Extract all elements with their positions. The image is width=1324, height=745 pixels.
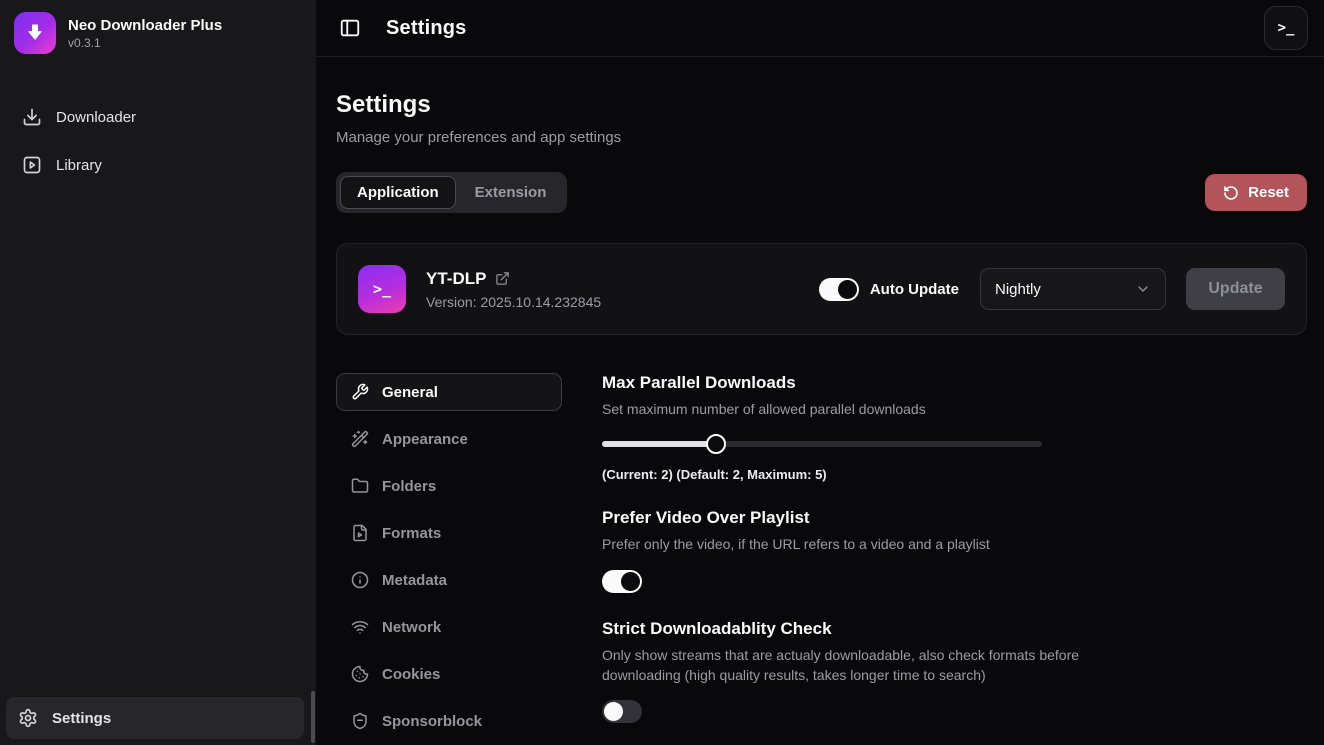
toggle-knob xyxy=(621,572,640,591)
release-channel-select[interactable]: Nightly xyxy=(980,268,1166,310)
settings-nav-label: Formats xyxy=(382,525,441,542)
reset-label: Reset xyxy=(1248,184,1289,201)
auto-update-toggle[interactable] xyxy=(819,278,859,301)
panel-left-icon xyxy=(339,17,361,39)
info-icon xyxy=(351,571,369,589)
max-parallel-slider[interactable] xyxy=(602,434,1042,454)
sidebar-item-downloader[interactable]: Downloader xyxy=(10,96,306,138)
settings-section-nav: General Appearance xyxy=(336,373,562,745)
ytdlp-version: Version: 2025.10.14.232845 xyxy=(426,294,601,310)
file-play-icon xyxy=(351,524,369,542)
shield-icon xyxy=(351,712,369,730)
chevron-down-icon xyxy=(1135,281,1151,297)
auto-update-label: Auto Update xyxy=(870,281,959,298)
sidebar-nav: Downloader Library xyxy=(0,96,316,186)
setting-max-parallel-downloads: Max Parallel Downloads Set maximum numbe… xyxy=(602,373,1307,482)
tabs-row: Application Extension Reset xyxy=(336,172,1307,213)
wrench-icon xyxy=(351,383,369,401)
ytdlp-actions: Auto Update Nightly Update xyxy=(819,268,1285,310)
tab-application[interactable]: Application xyxy=(340,176,456,209)
settings-nav-sponsorblock[interactable]: Sponsorblock xyxy=(336,702,562,740)
main-area: Settings >_ Settings Manage your prefere… xyxy=(316,0,1324,745)
sidebar-toggle-button[interactable] xyxy=(332,10,368,46)
settings-nav-label: Metadata xyxy=(382,572,447,589)
tab-extension[interactable]: Extension xyxy=(458,176,564,209)
settings-panel: Max Parallel Downloads Set maximum numbe… xyxy=(602,373,1307,745)
rotate-ccw-icon xyxy=(1223,185,1239,201)
settings-nav-general[interactable]: General xyxy=(336,373,562,411)
settings-nav-label: Folders xyxy=(382,478,436,495)
settings-nav-appearance[interactable]: Appearance xyxy=(336,420,562,458)
terminal-button[interactable]: >_ xyxy=(1264,6,1308,50)
settings-nav-metadata[interactable]: Metadata xyxy=(336,561,562,599)
setting-description: Set maximum number of allowed parallel d… xyxy=(602,399,1307,419)
setting-title: Prefer Video Over Playlist xyxy=(602,508,1307,528)
download-arrow-icon xyxy=(24,22,46,44)
sidebar-item-label: Downloader xyxy=(56,109,136,126)
setting-title: Max Parallel Downloads xyxy=(602,373,1307,393)
sidebar-scrollbar-thumb[interactable] xyxy=(311,691,315,743)
settings-nav-label: Network xyxy=(382,619,441,636)
slider-fill xyxy=(602,441,716,447)
sidebar-footer: Settings xyxy=(0,697,316,745)
download-icon xyxy=(22,107,42,127)
wand-icon xyxy=(351,430,369,448)
setting-title: Strict Downloadablity Check xyxy=(602,619,1307,639)
setting-strict-check: Strict Downloadablity Check Only show st… xyxy=(602,619,1307,724)
settings-nav-label: Sponsorblock xyxy=(382,713,482,730)
ytdlp-card: >_ YT-DLP Version: 2025.10.14.232845 Aut… xyxy=(336,243,1307,335)
settings-content: Settings Manage your preferences and app… xyxy=(316,57,1324,745)
update-button[interactable]: Update xyxy=(1186,268,1285,310)
settings-nav-formats[interactable]: Formats xyxy=(336,514,562,552)
settings-nav-label: Cookies xyxy=(382,666,440,683)
release-channel-value: Nightly xyxy=(995,281,1041,298)
terminal-icon: >_ xyxy=(1278,20,1295,36)
sidebar-item-label: Settings xyxy=(52,710,111,727)
reset-button[interactable]: Reset xyxy=(1205,174,1307,211)
setting-description: Only show streams that are actualy downl… xyxy=(602,645,1124,686)
sidebar-item-settings[interactable]: Settings xyxy=(6,697,304,739)
external-link-icon[interactable] xyxy=(495,271,510,286)
gear-icon xyxy=(18,708,38,728)
prefer-video-toggle[interactable] xyxy=(602,570,642,593)
wifi-icon xyxy=(351,618,369,636)
ytdlp-terminal-icon: >_ xyxy=(358,265,406,313)
folder-icon xyxy=(351,477,369,495)
page-title: Settings xyxy=(336,91,1307,119)
cookie-icon xyxy=(351,665,369,683)
app-brand: Neo Downloader Plus v0.3.1 xyxy=(0,0,316,66)
setting-prefer-video: Prefer Video Over Playlist Prefer only t… xyxy=(602,508,1307,592)
setting-description: Prefer only the video, if the URL refers… xyxy=(602,534,1307,554)
toggle-knob xyxy=(604,702,623,721)
settings-nav-folders[interactable]: Folders xyxy=(336,467,562,505)
settings-body: General Appearance xyxy=(336,373,1307,745)
sidebar-item-library[interactable]: Library xyxy=(10,144,306,186)
strict-check-toggle[interactable] xyxy=(602,700,642,723)
top-bar: Settings >_ xyxy=(316,0,1324,57)
app-name: Neo Downloader Plus xyxy=(68,17,222,34)
sidebar: Neo Downloader Plus v0.3.1 Downloader Li… xyxy=(0,0,316,745)
ytdlp-info: YT-DLP Version: 2025.10.14.232845 xyxy=(426,269,601,310)
app-version: v0.3.1 xyxy=(68,36,222,50)
app-logo-icon xyxy=(14,12,56,54)
page-header-title: Settings xyxy=(386,17,467,40)
page-subtitle: Manage your preferences and app settings xyxy=(336,129,1307,146)
ytdlp-name: YT-DLP xyxy=(426,269,486,289)
settings-nav-label: Appearance xyxy=(382,431,468,448)
slider-value-note: (Current: 2) (Default: 2, Maximum: 5) xyxy=(602,467,1307,482)
settings-nav-network[interactable]: Network xyxy=(336,608,562,646)
toggle-knob xyxy=(838,280,857,299)
settings-nav-label: General xyxy=(382,384,438,401)
settings-tabs: Application Extension xyxy=(336,172,567,213)
settings-nav-cookies[interactable]: Cookies xyxy=(336,655,562,693)
app-brand-text: Neo Downloader Plus v0.3.1 xyxy=(68,17,222,50)
sidebar-item-label: Library xyxy=(56,157,102,174)
slider-knob[interactable] xyxy=(706,434,726,454)
library-icon xyxy=(22,155,42,175)
